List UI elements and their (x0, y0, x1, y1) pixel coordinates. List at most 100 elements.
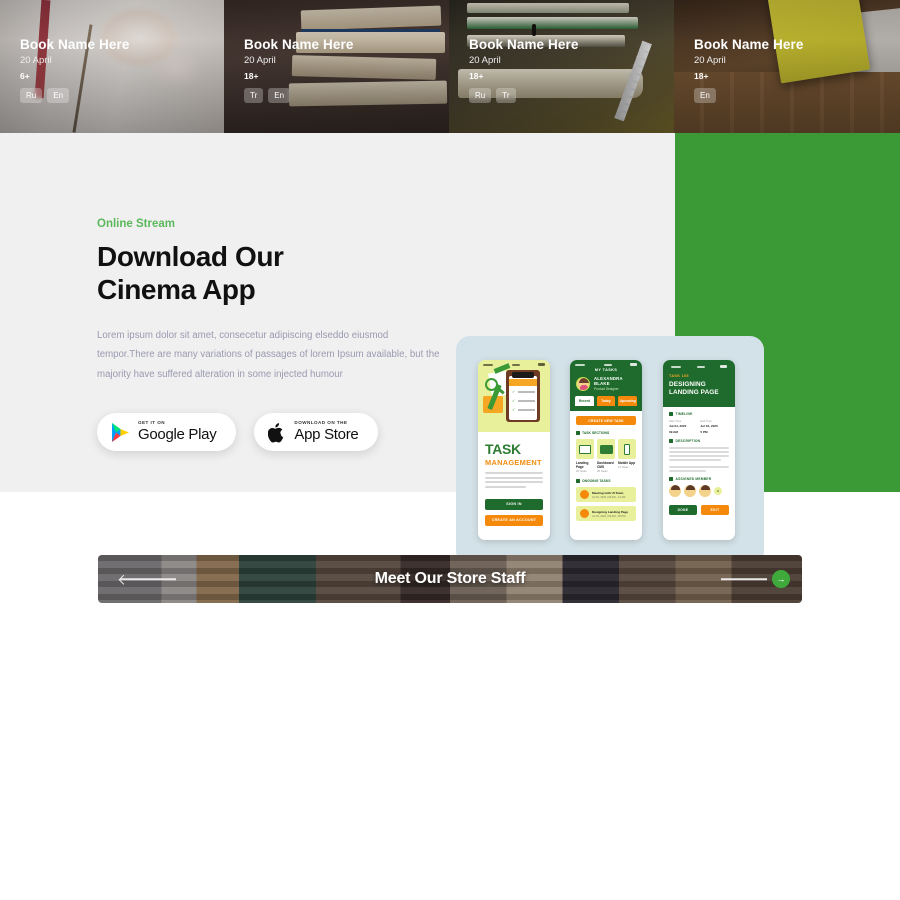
task-section-tiles: Landing Page 20 Tasks Dashboard CMS 38 T… (576, 439, 636, 473)
task-status-icon (580, 509, 589, 518)
person-icon (669, 477, 673, 482)
timeline-values: Start Time Jul 04, 2020 09 AM End Time J… (669, 420, 729, 434)
app-screens-panel: ✓ ✓ ✓ TASK MANAGEMENT SIGN IN CREATE AN … (456, 336, 764, 565)
heading-line-2: Cinema App (97, 274, 256, 306)
book-age-rating: 6+ (20, 71, 30, 81)
end-date-value: Jul 04, 2020 (700, 424, 718, 429)
end-time-label: End Time (700, 419, 712, 423)
book-card-body: Book Name Here 20 April 6+ Ru En (20, 37, 129, 103)
book-age-rating: 18+ (244, 71, 259, 81)
tab-upcoming[interactable]: Upcoming (618, 396, 638, 406)
task-name: Meeting with UI Team (592, 490, 624, 495)
language-badge[interactable]: Tr (244, 88, 264, 103)
task-id: TASK 105 (669, 374, 689, 378)
carousel-next-line (721, 578, 767, 580)
book-card-body: Book Name Here 20 April 18+ Ru Tr (469, 37, 578, 103)
google-play-button[interactable]: GET IT ON Google Play (97, 413, 237, 451)
member-overflow-count[interactable]: 8 (714, 487, 722, 496)
briefcase-icon (576, 479, 580, 483)
user-role: Product Designer (594, 387, 619, 391)
members-header: ASSIGNED MEMBER (669, 477, 729, 482)
google-play-label: Google Play (138, 426, 217, 444)
book-card[interactable]: Book Name Here 20 April 18+ En (674, 0, 900, 133)
page-title: Download Our Cinema App (97, 240, 442, 306)
description-text-placeholder (669, 446, 729, 462)
arrow-right-icon: → (776, 573, 786, 584)
phone1-title: TASK (485, 441, 521, 457)
card-icon (579, 444, 591, 454)
task-name: Designing Landing Page (592, 509, 629, 514)
section-eyebrow: Online Stream (97, 218, 175, 230)
store-buttons: GET IT ON Google Play DOWNLOAD ON THE Ap… (97, 413, 442, 451)
member-avatar[interactable] (669, 485, 681, 498)
book-title: Book Name Here (469, 37, 579, 52)
task-sections-header: TASK SECTIONS (576, 431, 636, 435)
tab-today[interactable]: Today (596, 396, 616, 406)
description-header: DESCRIPTION (669, 438, 729, 443)
book-card[interactable]: Book Name Here 20 April 18+ Tr En (224, 0, 449, 133)
language-badge[interactable]: Tr (496, 88, 516, 103)
timeline-header: TIMELINE (669, 411, 729, 416)
task-actions: DONE EDIT (669, 505, 729, 516)
task-tile[interactable]: Dashboard CMS 38 Tasks (597, 439, 615, 473)
task-item[interactable]: Meeting with UI Team Jul 01, 2020 | 09 A… (576, 487, 636, 502)
heading-line-1: Download Our (97, 241, 284, 272)
phone1-create-account-button[interactable]: CREATE AN ACCOUNT (485, 514, 543, 526)
task-item[interactable]: Designing Landing Page Jul 04, 2020 | 09… (576, 506, 636, 521)
app-screen-my-tasks: MY TASKS ALEXANDRA BLAKE Product Designe… (570, 360, 642, 540)
start-time-label: Start Time (669, 419, 682, 423)
phone1-subtitle: MANAGEMENT (485, 458, 542, 467)
book-date: 20 April (694, 55, 726, 66)
create-new-task-button[interactable]: CREATE NEW TASK (576, 416, 636, 425)
task-tile[interactable]: Landing Page 20 Tasks (576, 439, 594, 473)
carousel-next-button[interactable]: → (772, 570, 790, 588)
tab-recent[interactable]: Recent (575, 396, 594, 406)
book-languages: En (694, 88, 803, 103)
task-tile[interactable]: Mobile App 12 Tasks (618, 439, 636, 473)
description-label: DESCRIPTION (675, 438, 701, 443)
book-languages: Tr En (244, 88, 353, 103)
task-time: Jul 01, 2020 | 09 AM - 12 AM (592, 495, 626, 499)
task-status-icon (580, 490, 589, 499)
apple-icon (268, 422, 284, 443)
book-date: 20 April (469, 55, 501, 66)
member-avatar[interactable] (684, 485, 696, 498)
ongoing-tasks-label: ONGOING TASKS (582, 479, 611, 483)
tile-label: Dashboard CMS (597, 461, 614, 469)
app-screen-task-detail: TASK 105 DESIGNING LANDING PAGE TIMELINE… (663, 360, 735, 540)
calendar-icon (669, 411, 673, 416)
description-text-placeholder-2 (669, 466, 729, 473)
book-age-rating: 18+ (694, 71, 709, 81)
done-button[interactable]: DONE (669, 505, 697, 516)
banner-title: Meet Our Store Staff (374, 570, 526, 587)
book-card[interactable]: Book Name Here 20 April 6+ Ru En (0, 0, 224, 133)
language-badge[interactable]: Ru (20, 88, 43, 103)
download-app-section: Online Stream Download Our Cinema App Lo… (0, 133, 900, 565)
book-languages: Ru En (20, 88, 129, 103)
task-detail-title: DESIGNING LANDING PAGE (669, 381, 719, 397)
language-badge[interactable]: En (694, 88, 716, 103)
book-languages: Ru Tr (469, 88, 578, 103)
language-badge[interactable]: En (268, 88, 291, 103)
monitor-icon (599, 444, 613, 454)
app-store-label: App Store (294, 426, 359, 444)
member-avatar[interactable] (699, 485, 711, 498)
book-title: Book Name Here (244, 37, 354, 52)
task-sections-label: TASK SECTIONS (582, 431, 610, 435)
book-title: Book Name Here (694, 37, 804, 52)
edit-button[interactable]: EDIT (701, 505, 729, 516)
end-time-value: 5 PM (700, 429, 708, 434)
timeline-label: TIMELINE (675, 411, 693, 416)
app-store-button[interactable]: DOWNLOAD ON THE App Store (254, 413, 379, 451)
phone1-signin-button[interactable]: SIGN IN (485, 498, 543, 510)
user-name: ALEXANDRA BLAKE (594, 376, 623, 386)
tile-count: 38 Tasks (597, 470, 608, 473)
language-badge[interactable]: Ru (469, 88, 492, 103)
avatar (576, 376, 590, 391)
tile-label: Landing Page (576, 461, 589, 469)
user-profile: ALEXANDRA BLAKE Product Designer (570, 376, 642, 391)
language-badge[interactable]: En (47, 88, 70, 103)
ongoing-tasks-header: ONGOING TASKS (576, 479, 636, 483)
book-card[interactable]: Book Name Here 20 April 18+ Ru Tr (449, 0, 674, 133)
book-date: 20 April (20, 55, 52, 66)
